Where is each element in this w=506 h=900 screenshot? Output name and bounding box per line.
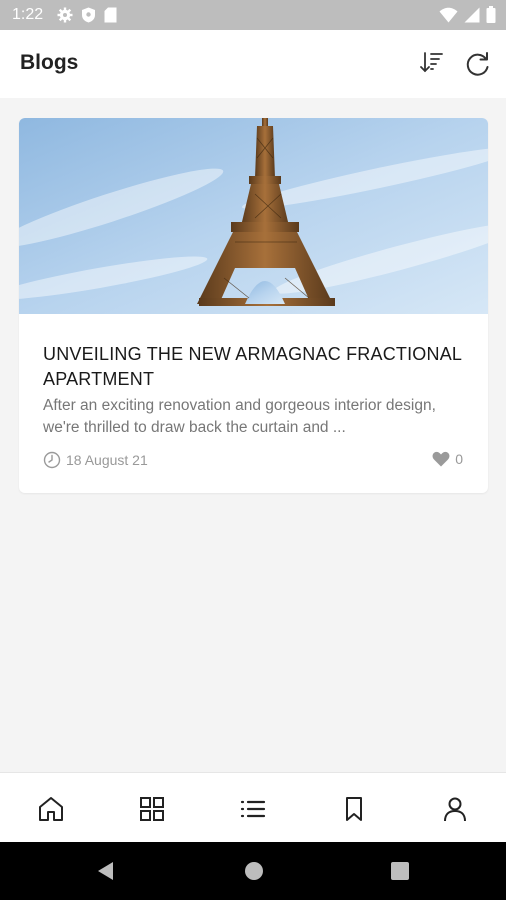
blog-excerpt: After an exciting renovation and gorgeou… — [43, 397, 436, 436]
status-icons-left — [57, 7, 117, 23]
cell-signal-icon — [464, 7, 480, 22]
clock-icon — [43, 451, 61, 469]
status-bar: 1:22 — [0, 0, 506, 30]
eiffel-tower-image — [19, 118, 488, 314]
bottom-nav — [0, 772, 506, 843]
like-button[interactable]: 0 — [432, 451, 463, 467]
sd-card-icon — [104, 7, 117, 23]
blog-list[interactable]: UNVEILING THE NEW ARMAGNAC FRACTIONAL AP… — [0, 98, 506, 772]
nav-categories[interactable] — [138, 795, 166, 823]
status-time: 1:22 — [12, 6, 44, 23]
home-circle-icon — [245, 862, 263, 880]
shield-icon — [82, 7, 96, 23]
grid-icon — [140, 797, 164, 821]
nav-home[interactable] — [37, 795, 65, 823]
wifi-icon — [439, 7, 458, 22]
blog-title[interactable]: UNVEILING THE NEW ARMAGNAC FRACTIONAL AP… — [43, 342, 473, 392]
blog-date: 18 August 21 — [43, 451, 148, 469]
system-home-button[interactable] — [243, 860, 265, 882]
battery-icon — [486, 6, 496, 23]
sort-button[interactable] — [418, 50, 446, 78]
settings-icon — [57, 7, 73, 23]
system-nav-bar — [0, 842, 506, 900]
page-title: Blogs — [20, 51, 79, 74]
bookmark-icon — [346, 797, 362, 821]
refresh-button[interactable] — [464, 50, 492, 78]
system-recents-button[interactable] — [389, 860, 411, 882]
home-icon — [39, 797, 63, 821]
like-count: 0 — [455, 451, 463, 467]
list-icon — [240, 800, 266, 818]
app-bar: Blogs — [0, 30, 506, 98]
system-back-button[interactable] — [95, 860, 117, 882]
profile-icon — [444, 797, 466, 822]
sort-icon — [420, 52, 443, 73]
refresh-icon — [466, 52, 489, 76]
nav-profile[interactable] — [441, 795, 469, 823]
status-icons-right — [439, 6, 496, 23]
back-triangle-icon — [98, 862, 113, 880]
blog-card[interactable]: UNVEILING THE NEW ARMAGNAC FRACTIONAL AP… — [19, 118, 488, 493]
nav-bookmarks[interactable] — [340, 795, 368, 823]
nav-list[interactable] — [239, 795, 267, 823]
heart-icon — [432, 451, 450, 467]
recents-square-icon — [391, 862, 409, 880]
date-text: 18 August 21 — [66, 452, 148, 468]
